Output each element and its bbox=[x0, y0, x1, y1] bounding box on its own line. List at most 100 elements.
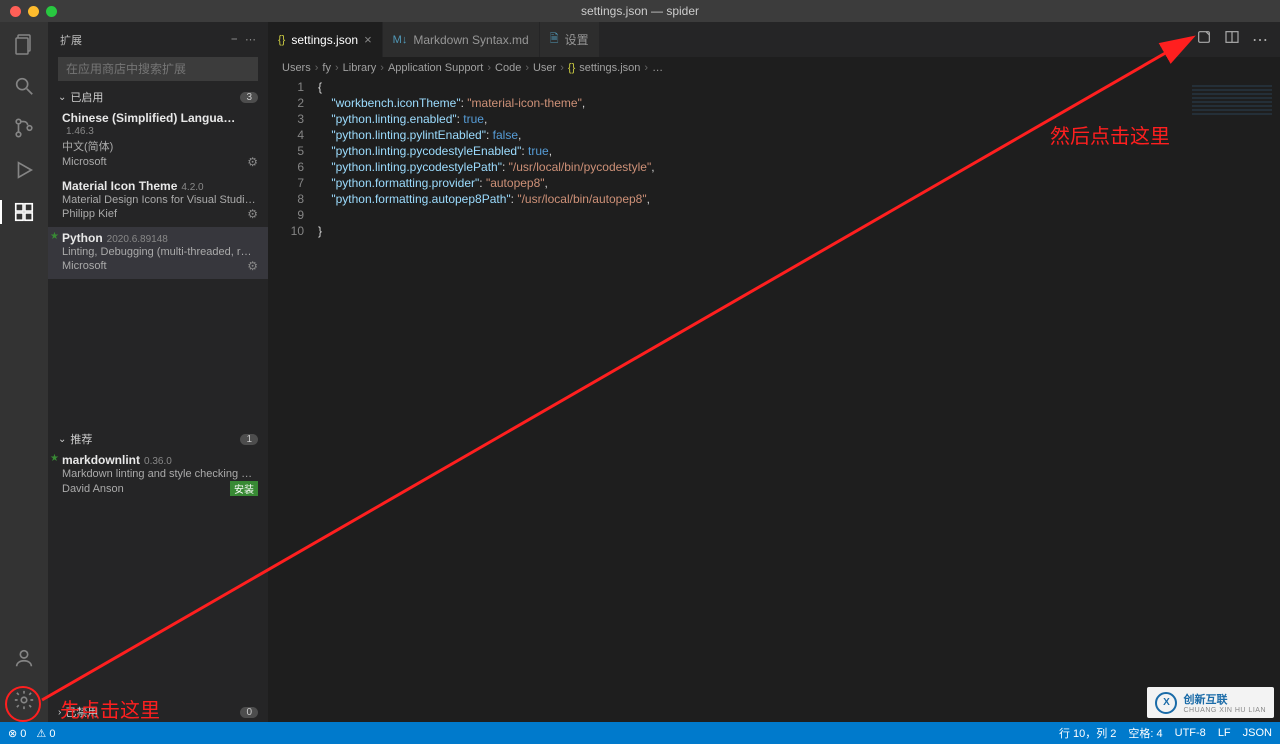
breadcrumb-item[interactable]: Library bbox=[343, 62, 377, 74]
maximize-window-button[interactable] bbox=[46, 6, 57, 17]
chevron-right-icon: › bbox=[644, 62, 648, 74]
recommended-section-header[interactable]: ⌄ 推荐 1 bbox=[48, 429, 268, 449]
search-icon[interactable] bbox=[12, 74, 36, 98]
close-tab-icon[interactable]: × bbox=[364, 32, 372, 47]
extension-version: 2020.6.89148 bbox=[107, 234, 168, 245]
code-line[interactable]: "python.formatting.autopep8Path": "/usr/… bbox=[318, 191, 1170, 207]
file-icon: {} bbox=[278, 34, 285, 46]
breadcrumb-item[interactable]: settings.json bbox=[579, 62, 640, 74]
debug-icon[interactable] bbox=[12, 158, 36, 182]
status-warnings[interactable]: ⚠ 0 bbox=[36, 727, 55, 740]
enabled-count-badge: 3 bbox=[240, 92, 258, 103]
editor-tab[interactable]: {} settings.json × bbox=[268, 22, 383, 57]
file-icon: M↓ bbox=[393, 34, 408, 46]
explorer-icon[interactable] bbox=[12, 32, 36, 56]
minimap[interactable] bbox=[1180, 79, 1280, 239]
more-actions-icon[interactable]: ⋯ bbox=[1252, 30, 1268, 50]
code-line[interactable]: "python.linting.pylintEnabled": false, bbox=[318, 127, 1170, 143]
gear-icon[interactable]: ⚙ bbox=[247, 207, 258, 221]
breadcrumb[interactable]: Users›fy›Library›Application Support›Cod… bbox=[268, 57, 1280, 79]
breadcrumb-item[interactable]: Application Support bbox=[388, 62, 483, 74]
chevron-down-icon: ⌄ bbox=[58, 434, 66, 445]
breadcrumb-item[interactable]: … bbox=[652, 62, 663, 74]
sidebar-header: 扩展 ⎯ ⋯ bbox=[48, 22, 268, 57]
extension-name: Python bbox=[62, 231, 103, 245]
code-line[interactable]: "workbench.iconTheme": "material-icon-th… bbox=[318, 95, 1170, 111]
close-window-button[interactable] bbox=[10, 6, 21, 17]
chevron-right-icon: › bbox=[525, 62, 529, 74]
extension-version: 1.46.3 bbox=[66, 126, 94, 137]
filter-icon[interactable]: ⎯ bbox=[232, 33, 238, 46]
tab-label: settings.json bbox=[291, 33, 358, 47]
chevron-right-icon: › bbox=[560, 62, 564, 74]
gear-icon[interactable]: ⚙ bbox=[247, 259, 258, 273]
source-control-icon[interactable] bbox=[12, 116, 36, 140]
chevron-right-icon: › bbox=[335, 62, 339, 74]
breadcrumb-item[interactable]: User bbox=[533, 62, 556, 74]
star-icon: ★ bbox=[50, 453, 59, 464]
extension-publisher: Philipp Kief bbox=[62, 208, 117, 220]
chevron-right-icon: › bbox=[58, 707, 61, 718]
activity-bar bbox=[0, 22, 48, 722]
recommended-count-badge: 1 bbox=[240, 434, 258, 445]
code-line[interactable]: } bbox=[318, 223, 1170, 239]
extension-publisher: David Anson bbox=[62, 483, 124, 495]
enabled-section-header[interactable]: ⌄ 已启用 3 bbox=[48, 87, 268, 107]
extension-version: 4.2.0 bbox=[181, 182, 203, 193]
extension-name: Chinese (Simplified) Langua… bbox=[62, 111, 235, 125]
status-line-col[interactable]: 行 10，列 2 bbox=[1059, 725, 1116, 741]
editor-tab[interactable]: M↓ Markdown Syntax.md bbox=[383, 22, 540, 57]
editor-tabs: {}settings.json×M↓Markdown Syntax.md🗎设置 … bbox=[268, 22, 1280, 57]
status-language[interactable]: JSON bbox=[1243, 727, 1272, 739]
status-bar: ⊗ 0 ⚠ 0 行 10，列 2 空格: 4 UTF-8 LF JSON bbox=[0, 722, 1280, 744]
status-indent[interactable]: 空格: 4 bbox=[1128, 725, 1162, 741]
editor-tab[interactable]: 🗎 设置 bbox=[540, 22, 600, 57]
window-controls bbox=[0, 6, 57, 17]
code-line[interactable]: "python.linting.pycodestyleEnabled": tru… bbox=[318, 143, 1170, 159]
extension-version: 0.36.0 bbox=[144, 456, 172, 467]
gear-icon[interactable]: ⚙ bbox=[247, 155, 258, 169]
extension-item[interactable]: Material Icon Theme4.2.0Material Design … bbox=[48, 175, 268, 227]
sidebar-title: 扩展 bbox=[60, 32, 82, 48]
code-line[interactable]: "python.formatting.provider": "autopep8"… bbox=[318, 175, 1170, 191]
status-eol[interactable]: LF bbox=[1218, 727, 1231, 739]
more-icon[interactable]: ⋯ bbox=[245, 33, 256, 46]
code-editor[interactable]: 12345678910 { "workbench.iconTheme": "ma… bbox=[268, 79, 1280, 239]
extension-item[interactable]: Chinese (Simplified) Langua…1.46.3中文(简体)… bbox=[48, 107, 268, 175]
tab-label: 设置 bbox=[565, 31, 589, 48]
status-encoding[interactable]: UTF-8 bbox=[1175, 727, 1206, 739]
install-button[interactable]: 安装 bbox=[230, 481, 258, 496]
disabled-section-header[interactable]: › 已禁用 0 bbox=[48, 702, 268, 722]
json-icon: {} bbox=[568, 62, 575, 74]
file-icon: 🗎 bbox=[550, 30, 559, 49]
code-line[interactable]: "python.linting.enabled": true, bbox=[318, 111, 1170, 127]
code-line[interactable] bbox=[318, 207, 1170, 223]
split-editor-icon[interactable] bbox=[1224, 29, 1240, 50]
extension-publisher: Microsoft bbox=[62, 260, 107, 272]
extension-desc: Material Design Icons for Visual Studi… bbox=[62, 194, 258, 206]
window-title: settings.json — spider bbox=[581, 4, 699, 18]
status-errors[interactable]: ⊗ 0 bbox=[8, 727, 26, 740]
extensions-sidebar: 扩展 ⎯ ⋯ ⌄ 已启用 3 Chinese (Simplified) Lang… bbox=[48, 22, 268, 722]
title-bar: settings.json — spider bbox=[0, 0, 1280, 22]
tab-label: Markdown Syntax.md bbox=[413, 33, 528, 47]
extension-item[interactable]: ★markdownlint0.36.0Markdown linting and … bbox=[48, 449, 268, 502]
line-numbers: 12345678910 bbox=[268, 79, 318, 239]
extension-publisher: Microsoft bbox=[62, 156, 107, 168]
watermark: X 创新互联CHUANG XIN HU LIAN bbox=[1147, 687, 1274, 718]
extensions-search-input[interactable] bbox=[58, 57, 258, 81]
breadcrumb-item[interactable]: Code bbox=[495, 62, 521, 74]
chevron-right-icon: › bbox=[315, 62, 319, 74]
extension-item[interactable]: ★Python2020.6.89148Linting, Debugging (m… bbox=[48, 227, 268, 279]
code-line[interactable]: "python.linting.pycodestylePath": "/usr/… bbox=[318, 159, 1170, 175]
account-icon[interactable] bbox=[12, 646, 36, 670]
breadcrumb-item[interactable]: fy bbox=[322, 62, 331, 74]
minimize-window-button[interactable] bbox=[28, 6, 39, 17]
chevron-down-icon: ⌄ bbox=[58, 92, 66, 103]
chevron-right-icon: › bbox=[487, 62, 491, 74]
settings-gear-icon[interactable] bbox=[12, 688, 36, 712]
open-settings-json-icon[interactable] bbox=[1196, 29, 1212, 50]
extensions-icon[interactable] bbox=[12, 200, 36, 224]
breadcrumb-item[interactable]: Users bbox=[282, 62, 311, 74]
code-line[interactable]: { bbox=[318, 79, 1170, 95]
